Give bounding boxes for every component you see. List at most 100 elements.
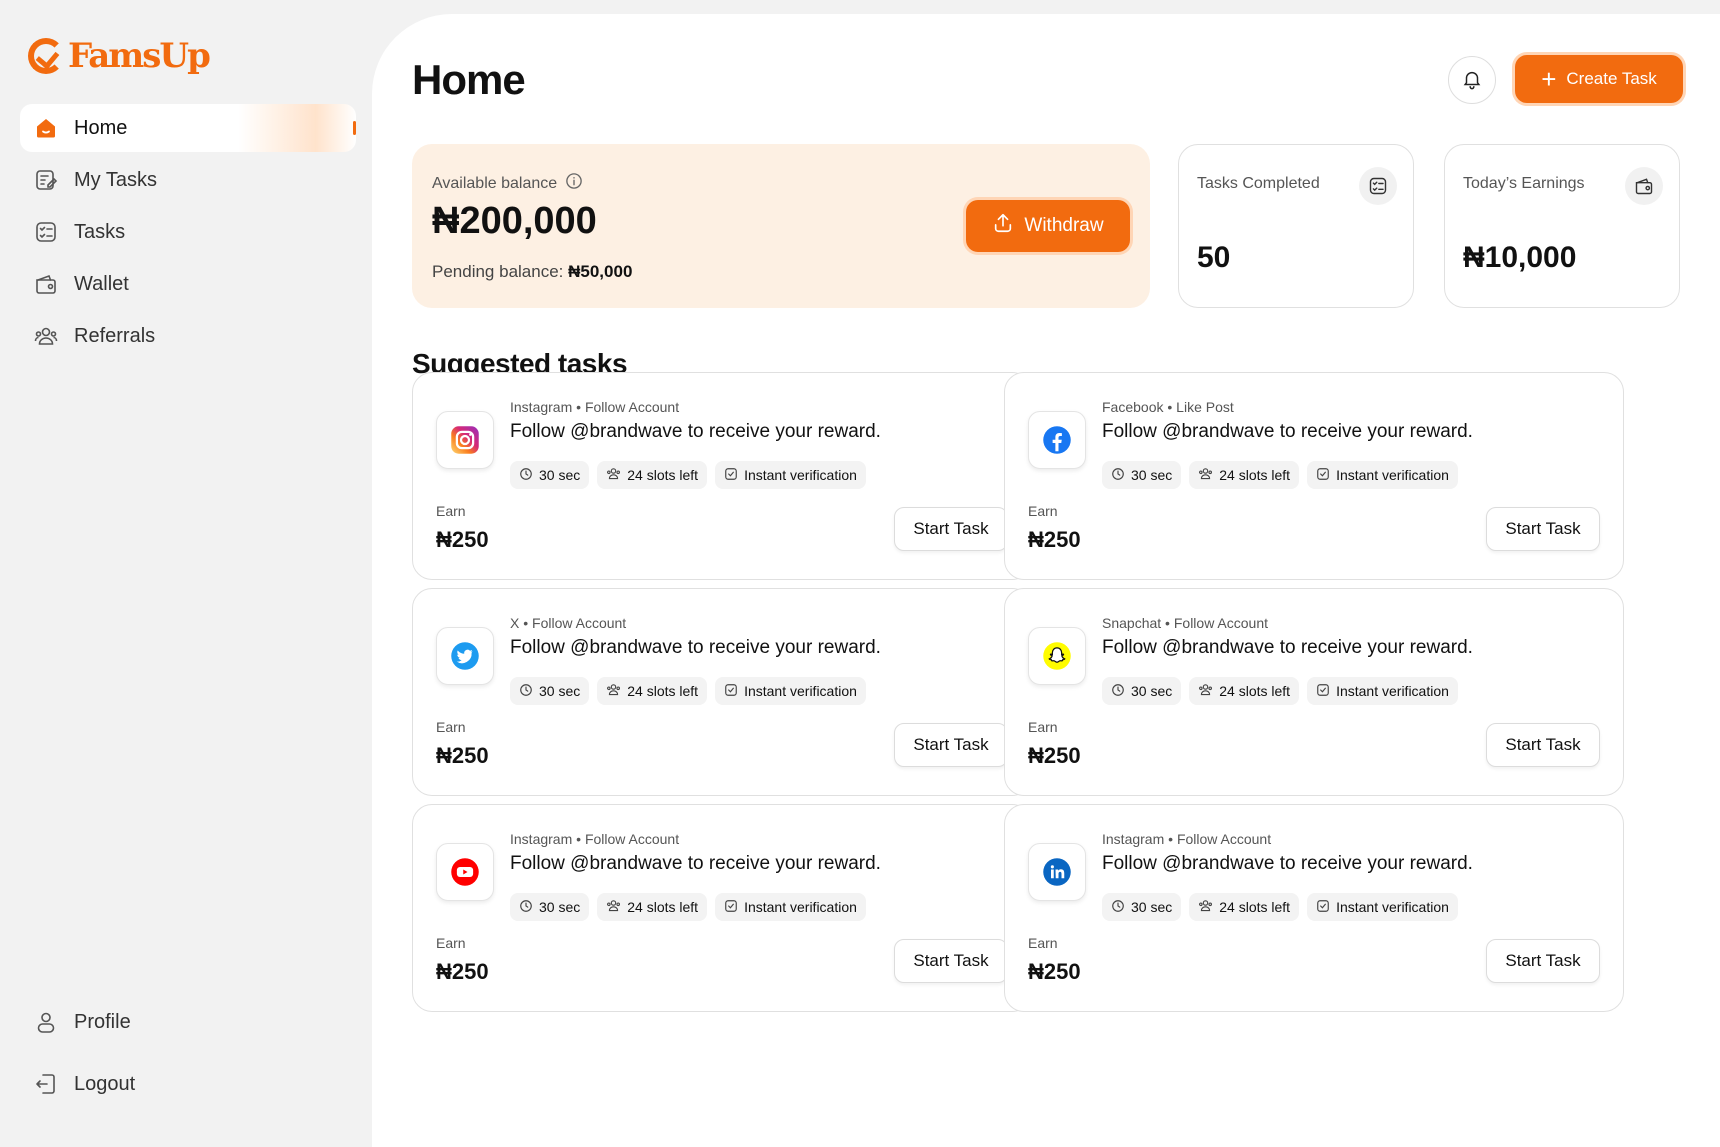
sidebar-item-referrals[interactable]: Referrals [20, 312, 356, 360]
users-icon [1198, 898, 1213, 916]
slots-text: 24 slots left [1219, 683, 1291, 699]
verification-text: Instant verification [744, 899, 857, 915]
logo-text: FamsUp [68, 36, 211, 76]
task-card: X • Follow Account Follow @brandwave to … [412, 588, 1032, 796]
task-card: Snapchat • Follow Account Follow @brandw… [1004, 588, 1624, 796]
slots-text: 24 slots left [627, 899, 699, 915]
sidebar-item-label: My Tasks [74, 168, 157, 191]
verification-chip: Instant verification [715, 461, 866, 489]
earn-label: Earn [1028, 503, 1058, 519]
duration-chip: 30 sec [1102, 893, 1182, 921]
logo-icon [28, 38, 64, 74]
start-task-button[interactable]: Start Task [1486, 939, 1600, 983]
start-task-button[interactable]: Start Task [894, 939, 1008, 983]
duration-chip: 30 sec [1102, 677, 1182, 705]
youtube-icon [436, 843, 494, 901]
users-icon [34, 324, 58, 348]
slots-chip: 24 slots left [1189, 893, 1300, 921]
verification-chip: Instant verification [1307, 677, 1458, 705]
twitter-icon [436, 627, 494, 685]
instagram-icon [436, 411, 494, 469]
clock-icon [1111, 467, 1125, 484]
task-meta: Instagram • Follow Account [510, 831, 680, 847]
slots-chip: 24 slots left [597, 893, 708, 921]
verification-text: Instant verification [1336, 899, 1449, 915]
bell-icon [1461, 68, 1483, 93]
slots-chip: 24 slots left [597, 677, 708, 705]
sidebar-item-label: Tasks [74, 220, 126, 243]
start-task-button[interactable]: Start Task [1486, 723, 1600, 767]
task-title: Follow @brandwave to receive your reward… [510, 637, 881, 658]
task-card: Facebook • Like Post Follow @brandwave t… [1004, 372, 1624, 580]
create-task-label: Create Task [1566, 69, 1657, 88]
users-icon [1198, 682, 1213, 700]
earn-label: Earn [1028, 719, 1058, 735]
check-square-icon [1316, 683, 1330, 700]
task-platform: Instagram [510, 399, 573, 415]
notifications-button[interactable] [1448, 56, 1496, 104]
sidebar-item-label: Wallet [74, 272, 129, 295]
slots-text: 24 slots left [1219, 467, 1291, 483]
pending-balance: Pending balance: ₦50,000 [432, 262, 632, 282]
slots-chip: 24 slots left [597, 461, 708, 489]
sidebar-item-label: Profile [74, 1010, 131, 1033]
create-task-button[interactable]: + Create Task [1515, 55, 1683, 103]
earn-value: ₦250 [1028, 959, 1081, 984]
task-action: Follow Account [1176, 831, 1272, 847]
clock-icon [519, 467, 533, 484]
task-chips: 30 sec 24 slots left Instant verificatio… [1102, 893, 1458, 921]
start-task-button[interactable]: Start Task [894, 507, 1008, 551]
stat-value: ₦10,000 [1463, 241, 1577, 274]
todays-earnings-card: Today’s Earnings ₦10,000 [1444, 144, 1680, 308]
info-icon[interactable] [565, 172, 583, 195]
checklist-icon [1359, 167, 1397, 205]
task-card: Instagram • Follow Account Follow @brand… [412, 372, 1032, 580]
task-card: Instagram • Follow Account Follow @brand… [1004, 804, 1624, 1012]
earn-value: ₦250 [436, 959, 489, 984]
users-icon [606, 466, 621, 484]
slots-text: 24 slots left [1219, 899, 1291, 915]
duration-text: 30 sec [1131, 467, 1173, 483]
task-title: Follow @brandwave to receive your reward… [1102, 637, 1473, 658]
wallet-icon [34, 272, 58, 296]
sidebar-item-logout[interactable]: Logout [20, 1060, 356, 1108]
pending-amount: ₦50,000 [568, 262, 633, 281]
stat-value: 50 [1197, 241, 1231, 274]
clock-icon [1111, 683, 1125, 700]
check-square-icon [1316, 899, 1330, 916]
sidebar-item-home[interactable]: Home [20, 104, 356, 152]
verification-text: Instant verification [1336, 683, 1449, 699]
task-chips: 30 sec 24 slots left Instant verificatio… [510, 461, 866, 489]
task-action: Follow Account [1173, 615, 1269, 631]
earn-value: ₦250 [436, 527, 489, 552]
start-task-button[interactable]: Start Task [894, 723, 1008, 767]
slots-text: 24 slots left [627, 683, 699, 699]
slots-chip: 24 slots left [1189, 461, 1300, 489]
task-title: Follow @brandwave to receive your reward… [510, 421, 881, 442]
task-title: Follow @brandwave to receive your reward… [1102, 421, 1473, 442]
verification-text: Instant verification [1336, 467, 1449, 483]
plus-icon: + [1541, 64, 1557, 94]
sidebar-item-profile[interactable]: Profile [20, 998, 356, 1046]
check-square-icon [1316, 467, 1330, 484]
sidebar-item-my-tasks[interactable]: My Tasks [20, 156, 356, 204]
sidebar-item-label: Referrals [74, 324, 156, 347]
wallet-icon [1625, 167, 1663, 205]
sidebar-item-wallet[interactable]: Wallet [20, 260, 356, 308]
logo[interactable]: FamsUp [28, 36, 211, 76]
duration-text: 30 sec [1131, 899, 1173, 915]
earn-label: Earn [436, 935, 466, 951]
task-title: Follow @brandwave to receive your reward… [1102, 853, 1473, 874]
sidebar-item-label: Logout [74, 1072, 136, 1095]
duration-text: 30 sec [539, 899, 581, 915]
task-meta: Instagram • Follow Account [510, 399, 680, 415]
duration-text: 30 sec [539, 683, 581, 699]
task-action: Follow Account [532, 615, 627, 631]
sidebar-item-tasks[interactable]: Tasks [20, 208, 356, 256]
withdraw-label: Withdraw [1024, 215, 1104, 236]
earn-label: Earn [1028, 935, 1058, 951]
task-platform: Snapchat [1102, 615, 1162, 631]
start-task-button[interactable]: Start Task [1486, 507, 1600, 551]
withdraw-button[interactable]: Withdraw [966, 200, 1130, 252]
sidebar: FamsUp Home My Tasks Tasks Wallet Referr… [0, 0, 372, 1147]
